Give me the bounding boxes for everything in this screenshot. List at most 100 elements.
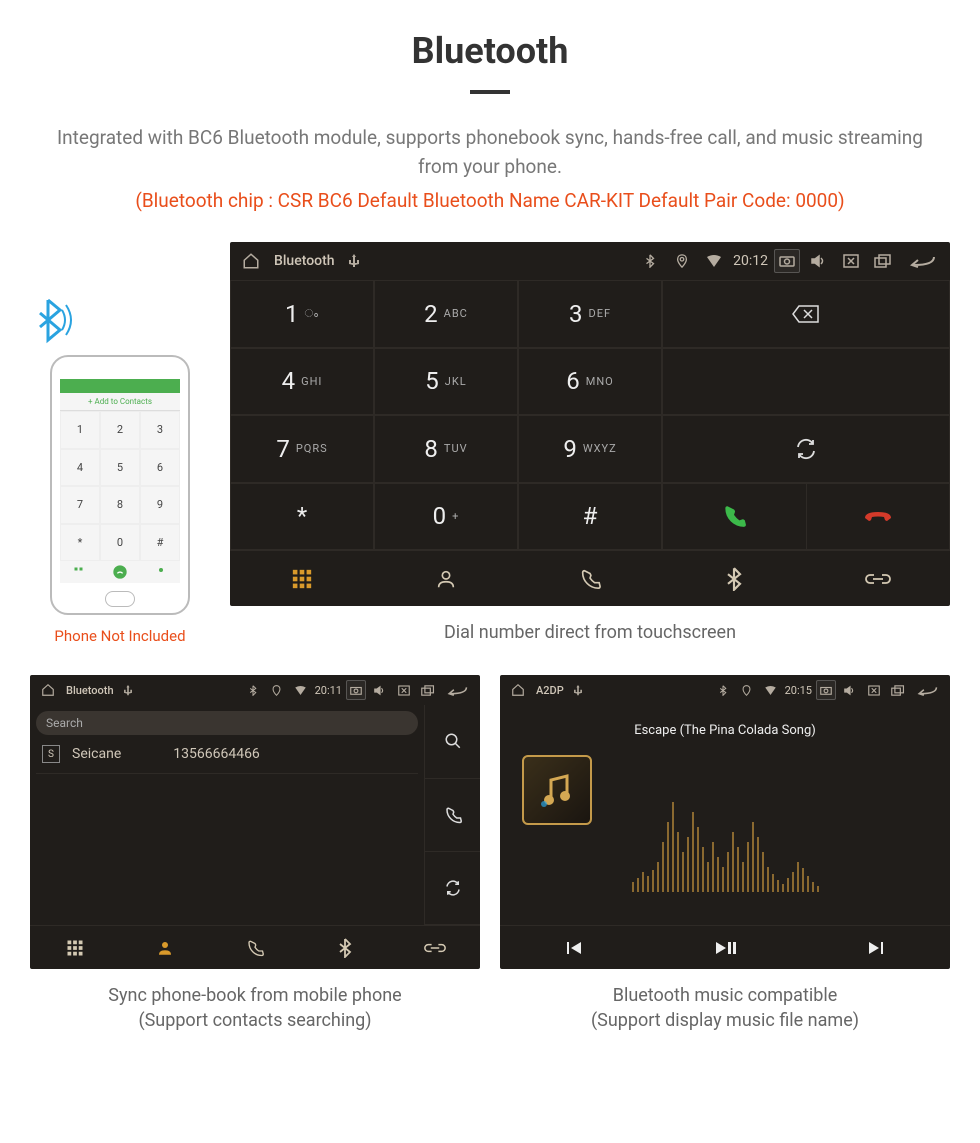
phone-mockup: + Add to Contacts 123456789*0# [50,355,190,615]
tab-contacts[interactable] [374,551,518,606]
phone-key: 3 [140,411,180,449]
status-title: Bluetooth [66,684,114,697]
phone-key: 2 [100,411,140,449]
call-answer-button[interactable] [663,484,806,550]
status-title: Bluetooth [274,253,335,269]
status-time: 20:15 [785,684,812,697]
home-icon[interactable] [38,683,58,697]
camera-icon[interactable] [346,680,366,700]
status-time: 20:12 [733,253,768,269]
phone-add-contacts: + Add to Contacts [60,393,180,411]
close-app-icon[interactable] [864,685,884,696]
tab-keypad[interactable] [30,926,120,969]
music-caption: Bluetooth music compatible (Support disp… [500,983,950,1033]
bluetooth-status-icon [637,254,663,268]
call-button[interactable] [424,779,480,852]
phone-key: * [60,524,100,562]
title-divider [470,90,510,94]
recent-apps-icon[interactable] [888,685,908,696]
call-end-button[interactable] [806,484,950,550]
search-button[interactable] [424,705,480,778]
bluetooth-status-icon [243,685,263,696]
volume-icon[interactable] [840,685,860,696]
page-title: Bluetooth [0,30,980,72]
music-screen: A2DP 20:15 Escape (The Pina Colada Song) [500,675,950,969]
play-pause-button[interactable] [650,926,800,969]
tab-call-log[interactable] [518,551,662,606]
volume-icon[interactable] [370,685,390,696]
tab-call-log[interactable] [210,926,300,969]
specs-text: (Bluetooth chip : CSR BC6 Default Blueto… [0,189,980,212]
dial-key-6[interactable]: 6MNO [518,348,662,416]
tab-keypad[interactable] [230,551,374,606]
prev-track-button[interactable] [500,926,650,969]
dial-key-3[interactable]: 3DEF [518,280,662,348]
phone-key: 1 [60,411,100,449]
close-app-icon[interactable] [394,685,414,696]
refresh-button[interactable] [424,852,480,925]
phone-key: 8 [100,486,140,524]
dial-key-0[interactable]: 0+ [374,483,518,551]
usb-icon [568,685,588,696]
bluetooth-signal-icon [30,295,210,345]
wifi-icon [701,255,727,267]
recent-apps-icon[interactable] [418,685,438,696]
contact-number: 13566664466 [173,746,260,762]
phone-key: 9 [140,486,180,524]
track-title: Escape (The Pina Colada Song) [634,723,816,738]
dialer-screen: Bluetooth 20:12 1ം2ABC3DEF 4GHI5JKL6MNO 7P… [230,242,950,606]
usb-icon [118,685,138,696]
home-icon[interactable] [508,683,528,697]
music-statusbar: A2DP 20:15 [500,675,950,705]
phone-key: 6 [140,449,180,487]
next-track-button[interactable] [800,926,950,969]
dial-key-2[interactable]: 2ABC [374,280,518,348]
tab-contacts[interactable] [120,926,210,969]
dial-key-*[interactable]: * [230,483,374,551]
volume-icon[interactable] [806,254,832,268]
dial-key-7[interactable]: 7PQRS [230,415,374,483]
album-art-icon [522,755,592,825]
back-icon[interactable] [912,685,942,696]
contact-row[interactable]: S Seicane 13566664466 [36,735,418,774]
sync-button[interactable] [663,416,949,482]
location-icon [267,685,287,696]
dial-key-1[interactable]: 1ം [230,280,374,348]
contacts-screen: Bluetooth 20:11 Search SSeicane135666644… [30,675,480,969]
wifi-icon [761,686,781,695]
location-icon [737,685,757,696]
location-icon [669,254,695,268]
contact-initial: S [42,745,60,763]
backspace-button[interactable] [663,281,949,347]
tab-pair[interactable] [806,551,950,606]
dial-key-9[interactable]: 9WXYZ [518,415,662,483]
wifi-icon [291,686,311,695]
tab-bluetooth[interactable] [662,551,806,606]
search-input[interactable]: Search [36,711,418,735]
dialer-statusbar: Bluetooth 20:12 [230,242,950,280]
back-icon[interactable] [442,685,472,696]
tab-pair[interactable] [390,926,480,969]
home-icon[interactable] [238,252,264,270]
recent-apps-icon[interactable] [870,254,896,268]
camera-icon[interactable] [816,680,836,700]
phone-key: 0 [100,524,140,562]
dial-key-8[interactable]: 8TUV [374,415,518,483]
tab-bluetooth[interactable] [300,926,390,969]
empty-action [663,349,949,415]
camera-icon[interactable] [774,249,800,273]
contacts-caption: Sync phone-book from mobile phone (Suppo… [30,983,480,1033]
intro-text: Integrated with BC6 Bluetooth module, su… [0,124,980,181]
visualizer [632,782,819,892]
phone-key: 4 [60,449,100,487]
dial-key-4[interactable]: 4GHI [230,348,374,416]
phone-key: 7 [60,486,100,524]
dial-key-5[interactable]: 5JKL [374,348,518,416]
phone-caption: Phone Not Included [30,627,210,645]
close-app-icon[interactable] [838,254,864,268]
status-title: A2DP [536,684,564,697]
contact-name: Seicane [72,746,121,762]
dial-key-#[interactable]: # [518,483,662,551]
back-icon[interactable] [902,254,942,268]
phone-key: # [140,524,180,562]
